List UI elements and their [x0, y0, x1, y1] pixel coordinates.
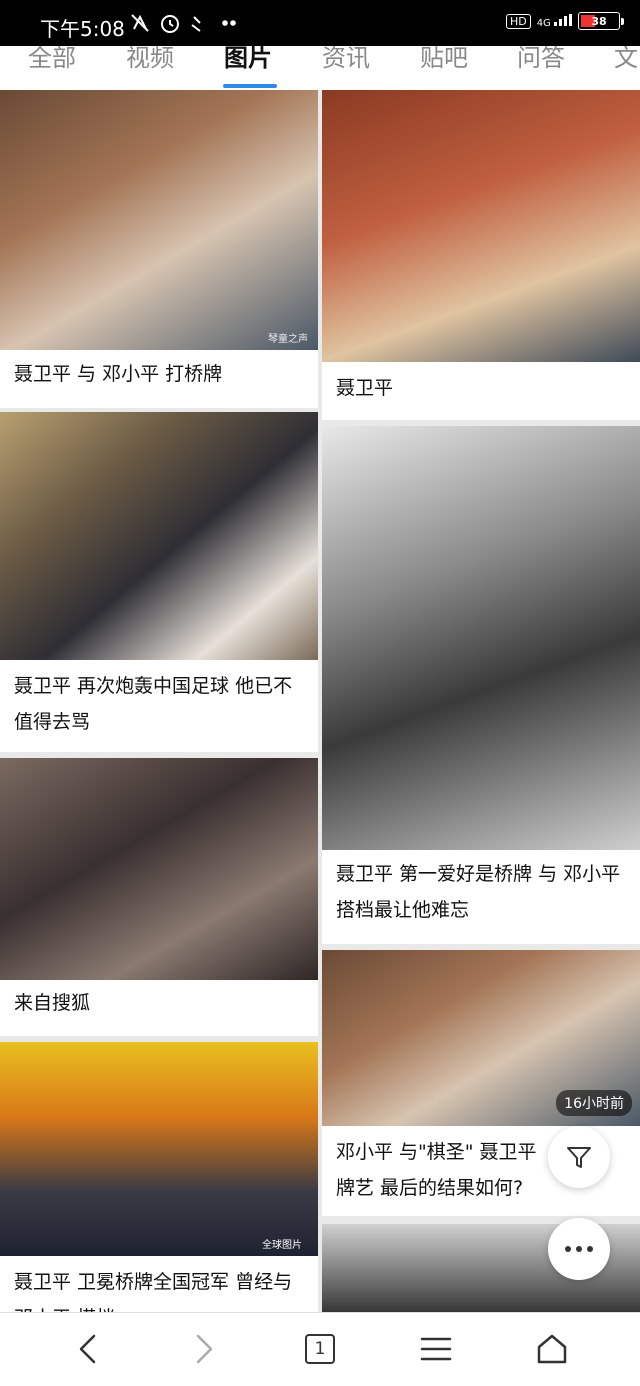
- result-image[interactable]: [322, 426, 640, 850]
- more-button[interactable]: [548, 1218, 610, 1280]
- tab-tieba[interactable]: 贴吧: [420, 46, 468, 73]
- menu-icon: [420, 1337, 452, 1361]
- result-image[interactable]: 全球图片: [0, 1042, 318, 1256]
- tabs-button[interactable]: 1: [298, 1327, 342, 1371]
- bottom-navigation: 1: [0, 1312, 640, 1386]
- more-icon: [565, 1246, 593, 1252]
- status-notification-icons: [130, 11, 240, 40]
- forward-button[interactable]: [182, 1327, 226, 1371]
- result-caption[interactable]: 聂卫平 与 邓小平 打桥牌: [14, 356, 306, 392]
- chevron-right-icon: [196, 1334, 213, 1364]
- tab-all[interactable]: 全部: [28, 46, 76, 73]
- active-tab-indicator: [223, 84, 277, 88]
- paw-icon: [191, 16, 201, 32]
- battery-icon: 38: [578, 12, 624, 30]
- result-image[interactable]: [0, 758, 318, 980]
- notification-icons: [131, 14, 236, 33]
- result-caption[interactable]: 聂卫平: [336, 370, 628, 406]
- time-badge: 16小时前: [556, 1090, 632, 1116]
- menu-button[interactable]: [414, 1327, 458, 1371]
- result-card[interactable]: 琴童之声 聂卫平 与 邓小平 打桥牌: [0, 90, 318, 408]
- chevron-left-icon: [79, 1334, 96, 1364]
- result-card[interactable]: 来自搜狐: [0, 758, 318, 1036]
- filter-button[interactable]: [548, 1126, 610, 1188]
- tab-count: 1: [305, 1334, 335, 1364]
- result-image[interactable]: [0, 412, 318, 660]
- image-results-feed: 琴童之声 聂卫平 与 邓小平 打桥牌 聂卫平 再次炮轰中国足球 他已不值得去骂 …: [0, 90, 640, 1312]
- back-button[interactable]: [66, 1327, 110, 1371]
- image-watermark: 全球图片: [262, 1240, 302, 1251]
- result-caption[interactable]: 聂卫平 卫冕桥牌全国冠军 曾经与 邓小平 搭档: [14, 1264, 306, 1312]
- tab-wenku[interactable]: 文: [614, 46, 638, 73]
- status-bar: 下午5:08 HD 4G 38: [0, 0, 640, 46]
- filter-icon: [567, 1147, 591, 1168]
- result-image[interactable]: [322, 90, 640, 362]
- result-image[interactable]: 16小时前: [322, 950, 640, 1126]
- tab-images[interactable]: 图片: [224, 46, 272, 73]
- home-icon: [537, 1334, 567, 1364]
- network-type: 4G: [536, 17, 551, 29]
- battery-level: 38: [591, 14, 607, 28]
- result-card[interactable]: 聂卫平 再次炮轰中国足球 他已不值得去骂: [0, 412, 318, 752]
- status-right: HD 4G 38: [505, 12, 624, 30]
- tab-news[interactable]: 资讯: [322, 46, 370, 73]
- result-card[interactable]: 聂卫平: [322, 90, 640, 420]
- result-caption[interactable]: 来自搜狐: [14, 985, 306, 1021]
- signal-icon: 4G: [536, 13, 572, 29]
- tab-video[interactable]: 视频: [126, 46, 174, 73]
- status-time: 下午5:08: [40, 17, 125, 41]
- result-caption[interactable]: 聂卫平 第一爱好是桥牌 与 邓小平 搭档最让他难忘: [336, 856, 628, 928]
- result-card[interactable]: 全球图片 聂卫平 卫冕桥牌全国冠军 曾经与 邓小平 搭档: [0, 1042, 318, 1312]
- image-watermark: 琴童之声: [268, 334, 308, 345]
- result-card[interactable]: 聂卫平 第一爱好是桥牌 与 邓小平 搭档最让他难忘: [322, 426, 640, 944]
- category-tabs: 全部 视频 图片 资讯 贴吧 问答 文: [0, 46, 640, 90]
- result-caption[interactable]: 邓小平 与"棋圣" 聂卫平 牌艺 最后的结果如何?: [336, 1134, 560, 1206]
- hd-badge: HD: [505, 13, 531, 29]
- tab-qa[interactable]: 问答: [517, 46, 565, 73]
- result-caption[interactable]: 聂卫平 再次炮轰中国足球 他已不值得去骂: [14, 668, 306, 740]
- result-image[interactable]: 琴童之声: [0, 90, 318, 350]
- home-button[interactable]: [530, 1327, 574, 1371]
